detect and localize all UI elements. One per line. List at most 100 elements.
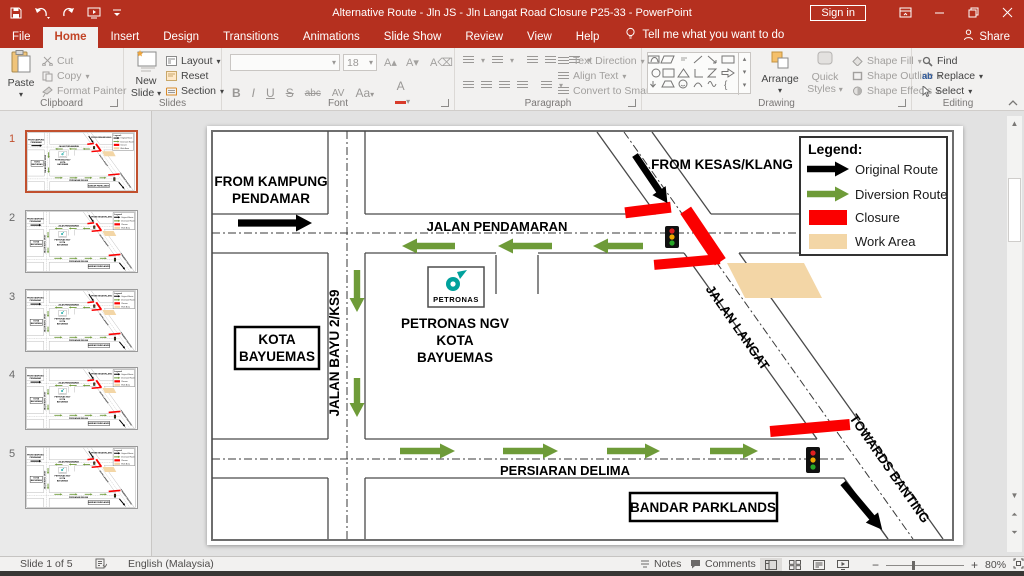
- slide-editing-area[interactable]: [207, 126, 963, 545]
- scrollbar-thumb[interactable]: [1008, 178, 1021, 242]
- slide-thumbnail-4[interactable]: [25, 367, 138, 430]
- shape-fill-icon: [852, 56, 863, 66]
- shapes-gallery[interactable]: { ▴▾▾: [647, 52, 751, 94]
- slide-thumbnail-3[interactable]: [25, 289, 138, 352]
- shadow-abc-button[interactable]: abc: [305, 88, 321, 99]
- drawing-dialog-launcher[interactable]: [898, 99, 906, 107]
- font-name-select[interactable]: ▾: [230, 54, 340, 71]
- customize-qat-icon[interactable]: [113, 9, 121, 17]
- slideshow-view-icon[interactable]: [832, 558, 854, 571]
- shrink-font-icon[interactable]: A▾: [406, 56, 419, 69]
- save-icon[interactable]: [10, 7, 22, 19]
- copy-button[interactable]: Copy ▾: [42, 70, 90, 82]
- arrange-icon: [770, 50, 790, 70]
- zoom-slider-knob[interactable]: [912, 561, 915, 570]
- reading-view-icon[interactable]: [808, 558, 830, 571]
- tab-animations[interactable]: Animations: [291, 27, 372, 48]
- quick-access-toolbar: [0, 7, 121, 19]
- tell-me-box[interactable]: Tell me what you want to do: [625, 27, 784, 48]
- align-center-icon[interactable]: [481, 81, 492, 90]
- font-dialog-launcher[interactable]: [441, 99, 449, 107]
- comments-button[interactable]: Comments: [690, 558, 756, 570]
- shape-outline-icon: [852, 71, 863, 81]
- font-size-select[interactable]: 18▾: [343, 54, 377, 71]
- zoom-in-icon[interactable]: +: [971, 558, 978, 572]
- character-spacing-button[interactable]: AV: [332, 88, 345, 99]
- ribbon-tab-bar: File Home Insert Design Transitions Anim…: [0, 25, 1024, 48]
- sign-in-button[interactable]: Sign in: [810, 5, 866, 21]
- previous-slide-icon[interactable]: ⏶: [1007, 510, 1022, 520]
- language-indicator[interactable]: English (Malaysia): [128, 558, 214, 570]
- share-button[interactable]: Share: [963, 29, 1010, 44]
- bullets-icon[interactable]: [463, 56, 474, 65]
- slide-counter[interactable]: Slide 1 of 5: [20, 558, 73, 570]
- slide-sorter-view-icon[interactable]: [784, 558, 806, 571]
- layout-button[interactable]: Layout ▾: [166, 55, 221, 67]
- grow-font-icon[interactable]: A▴: [384, 56, 397, 69]
- group-label-editing: Editing: [912, 98, 1004, 109]
- arrange-button[interactable]: Arrange▾: [758, 50, 802, 97]
- clipboard-dialog-launcher[interactable]: [110, 99, 118, 107]
- new-slide-icon: [134, 50, 158, 72]
- next-slide-icon[interactable]: ⏷: [1007, 528, 1022, 538]
- collapse-ribbon-icon[interactable]: [1008, 98, 1018, 110]
- redo-icon[interactable]: [62, 7, 75, 19]
- columns-icon[interactable]: [541, 81, 552, 90]
- section-button[interactable]: Section ▾: [166, 85, 224, 97]
- replace-button[interactable]: ab Replace ▾: [922, 70, 983, 82]
- numbering-icon[interactable]: [492, 56, 503, 65]
- increase-indent-icon[interactable]: [545, 56, 556, 65]
- clear-formatting-icon[interactable]: A⌫: [430, 56, 453, 69]
- find-button[interactable]: Find: [922, 55, 957, 67]
- restore-button[interactable]: [956, 0, 990, 25]
- select-button[interactable]: Select ▾: [922, 85, 972, 97]
- tab-slide-show[interactable]: Slide Show: [372, 27, 454, 48]
- align-left-icon[interactable]: [463, 81, 474, 90]
- vertical-scrollbar[interactable]: ▲ ▼ ⏶ ⏷: [1007, 116, 1022, 552]
- normal-view-icon[interactable]: [760, 558, 782, 571]
- tab-design[interactable]: Design: [151, 27, 211, 48]
- tab-help[interactable]: Help: [564, 27, 612, 48]
- align-text-button[interactable]: Align Text ▾: [558, 70, 626, 82]
- close-button[interactable]: [990, 0, 1024, 25]
- format-painter-button[interactable]: Format Painter: [42, 85, 126, 97]
- new-slide-button[interactable]: New Slide ▾: [127, 50, 165, 100]
- align-right-icon[interactable]: [499, 81, 510, 90]
- scroll-up-icon[interactable]: ▲: [1007, 119, 1022, 128]
- ribbon-display-options-icon[interactable]: [888, 0, 922, 25]
- cut-button[interactable]: Cut: [42, 55, 73, 67]
- paste-button[interactable]: Paste▾: [2, 50, 40, 101]
- svg-text:{: {: [724, 80, 728, 91]
- minimize-button[interactable]: [922, 0, 956, 25]
- shapes-scroll[interactable]: ▴▾▾: [738, 53, 750, 95]
- tab-insert[interactable]: Insert: [98, 27, 151, 48]
- notes-button[interactable]: Notes: [640, 558, 681, 570]
- tab-review[interactable]: Review: [453, 27, 515, 48]
- paragraph-dialog-launcher[interactable]: [628, 99, 636, 107]
- tab-transitions[interactable]: Transitions: [211, 27, 291, 48]
- text-direction-button[interactable]: Text Direction ▾: [558, 55, 645, 67]
- title-bar: Alternative Route - Jln JS - Jln Langat …: [0, 0, 1024, 25]
- tab-file[interactable]: File: [0, 27, 43, 48]
- reset-button[interactable]: Reset: [166, 70, 208, 82]
- scroll-down-icon[interactable]: ▼: [1007, 491, 1022, 500]
- slide-thumbnail-1[interactable]: [25, 130, 138, 193]
- zoom-level[interactable]: 80%: [985, 559, 1006, 571]
- quick-styles-button[interactable]: QuickStyles ▾: [804, 50, 846, 96]
- slide-thumbnail-5[interactable]: [25, 446, 138, 509]
- zoom-out-icon[interactable]: −: [872, 558, 879, 572]
- undo-icon[interactable]: [34, 7, 50, 19]
- justify-icon[interactable]: [517, 81, 528, 90]
- zoom-slider[interactable]: [886, 565, 964, 566]
- group-font: ▾ 18▾ A▴ A▾ A⌫ B I U S abc AV Aa▾ A▾ Fon…: [222, 48, 455, 110]
- tab-view[interactable]: View: [515, 27, 564, 48]
- fit-to-window-icon[interactable]: [1013, 558, 1024, 572]
- accessibility-icon[interactable]: [95, 558, 107, 569]
- start-slideshow-icon[interactable]: [87, 7, 101, 19]
- editing-canvas: ▲ ▼ ⏶ ⏷: [152, 111, 1024, 556]
- group-label-font: Font: [222, 98, 454, 109]
- decrease-indent-icon[interactable]: [527, 56, 538, 65]
- tab-home[interactable]: Home: [43, 27, 99, 48]
- slide-thumbnail-2[interactable]: [25, 210, 138, 273]
- smartart-icon: [558, 87, 569, 96]
